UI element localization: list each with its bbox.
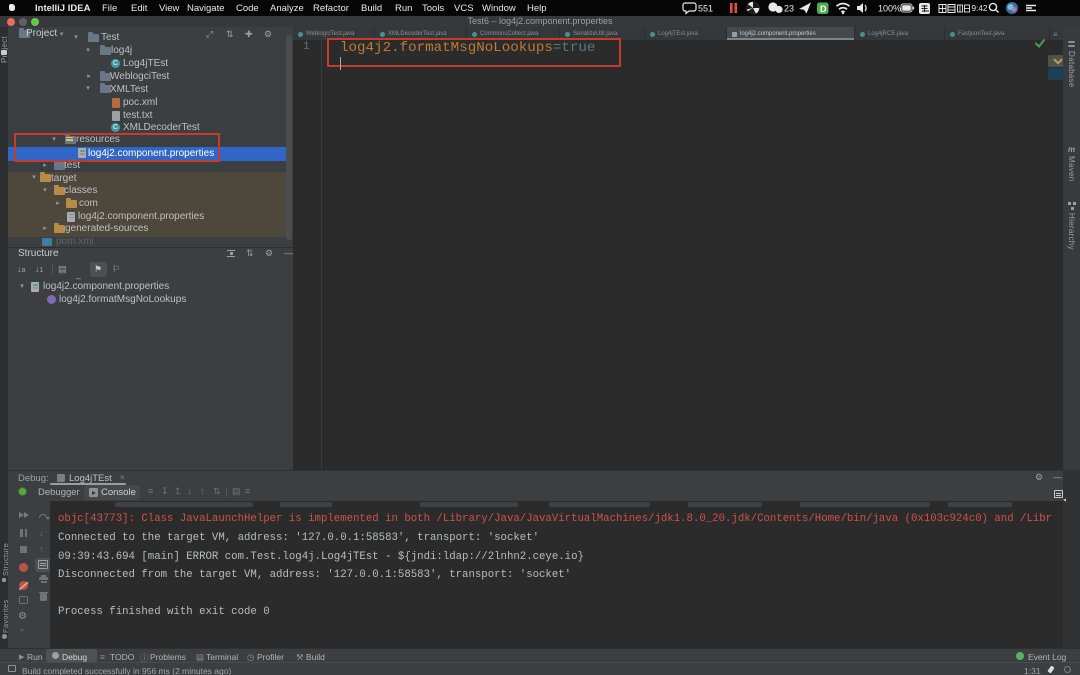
svg-text:23: 23 [784, 4, 794, 14]
svg-text:9:42: 9:42 [972, 4, 988, 13]
svg-text:100%: 100% [878, 4, 901, 14]
svg-text:D: D [820, 4, 827, 14]
svg-text:551: 551 [698, 4, 713, 14]
